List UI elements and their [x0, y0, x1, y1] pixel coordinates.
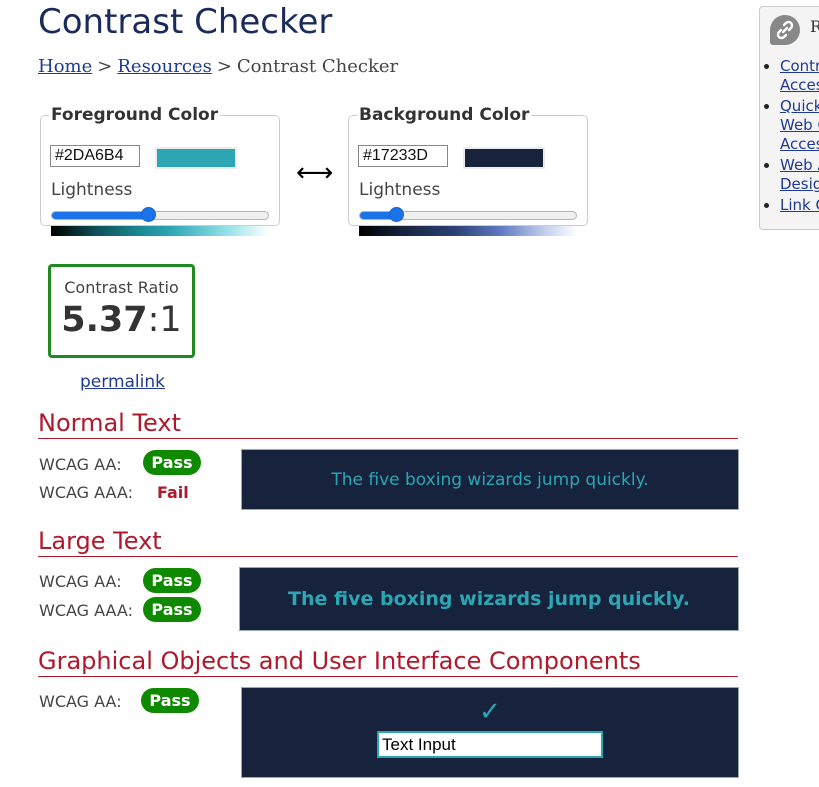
checkmark-icon: ✓ — [479, 697, 501, 727]
sidebar-link-list: ContrAccesQuickWeb CAccesWeb ADesigLink … — [760, 57, 819, 217]
foreground-legend: Foreground Color — [51, 105, 219, 125]
left-right-arrow-icon[interactable]: ⟷ — [296, 158, 333, 188]
normal-text-preview: The five boxing wizards jump quickly. — [241, 449, 739, 510]
sidebar-list-item: Web ADesig — [780, 156, 819, 194]
permalink-link[interactable]: permalink — [80, 372, 165, 392]
background-slider-thumb[interactable] — [388, 207, 404, 222]
breadcrumb-home-link[interactable]: Home — [38, 56, 92, 77]
background-lightness-label: Lightness — [359, 180, 441, 200]
large-aaa-label: WCAG AAA: — [39, 601, 133, 620]
foreground-lightness-slider[interactable] — [51, 207, 269, 222]
sidebar-link-text: Acces — [780, 76, 819, 94]
foreground-lightness-gradient — [51, 226, 269, 236]
related-resources-sidebar: R ContrAccesQuickWeb CAccesWeb ADesigLin… — [759, 6, 819, 230]
breadcrumb: Home > Resources > Contrast Checker — [38, 56, 398, 77]
background-lightness-slider[interactable] — [359, 207, 577, 222]
sidebar-list-item: Link C — [780, 196, 819, 215]
contrast-ratio-box: Contrast Ratio 5.37:1 — [48, 264, 195, 358]
page-title: Contrast Checker — [38, 2, 333, 42]
sample-text-input[interactable] — [377, 731, 603, 758]
contrast-ratio-value: 5.37:1 — [51, 300, 192, 340]
contrast-ratio-suffix: :1 — [147, 300, 182, 340]
large-text-preview: The five boxing wizards jump quickly. — [239, 567, 739, 631]
breadcrumb-separator: > — [216, 56, 232, 77]
normal-text-sample: The five boxing wizards jump quickly. — [331, 469, 649, 490]
sidebar-link[interactable]: ContrAcces — [780, 57, 819, 94]
large-aaa-pass-badge: Pass — [143, 597, 201, 622]
graphical-aa-label: WCAG AA: — [39, 692, 122, 711]
sidebar-link[interactable]: Web ADesig — [780, 156, 819, 193]
sidebar-link-text: Contr — [780, 57, 819, 75]
large-aa-pass-badge: Pass — [143, 568, 201, 593]
foreground-slider-thumb[interactable] — [141, 207, 157, 222]
sidebar-link[interactable]: QuickWeb CAcces — [780, 97, 819, 153]
background-color-swatch[interactable] — [463, 147, 545, 169]
sidebar-link-text: Link C — [780, 196, 819, 214]
normal-text-heading: Normal Text — [38, 409, 738, 439]
sidebar-link-text: Acces — [780, 135, 819, 153]
breadcrumb-current: Contrast Checker — [236, 56, 399, 77]
sidebar-link-text: Web C — [780, 116, 819, 134]
breadcrumb-separator: > — [97, 56, 113, 77]
contrast-ratio-number: 5.37 — [61, 300, 148, 340]
graphical-objects-heading: Graphical Objects and User Interface Com… — [38, 647, 738, 677]
normal-aa-label: WCAG AA: — [39, 455, 122, 474]
background-lightness-gradient — [359, 226, 577, 236]
normal-aaa-label: WCAG AAA: — [39, 483, 133, 502]
graphical-objects-preview: ✓ — [241, 687, 739, 778]
sidebar-header: R — [810, 17, 819, 36]
background-color-panel: Background Color Lightness — [348, 105, 588, 236]
foreground-hex-input[interactable] — [50, 145, 140, 167]
contrast-ratio-label: Contrast Ratio — [64, 278, 179, 297]
foreground-color-swatch[interactable] — [155, 147, 237, 169]
normal-aaa-fail-badge: Fail — [157, 483, 189, 502]
foreground-slider-fill — [52, 212, 150, 219]
foreground-lightness-label: Lightness — [51, 180, 133, 200]
background-legend: Background Color — [359, 105, 530, 125]
background-hex-input[interactable] — [358, 145, 448, 167]
foreground-color-panel: Foreground Color Lightness — [40, 105, 280, 236]
sidebar-list-item: ContrAcces — [780, 57, 819, 95]
sidebar-list-item: QuickWeb CAcces — [780, 97, 819, 154]
sidebar-link-text: Desig — [780, 175, 819, 193]
graphical-aa-pass-badge: Pass — [141, 688, 199, 713]
link-icon — [770, 15, 800, 45]
normal-aa-pass-badge: Pass — [143, 450, 201, 475]
sidebar-link[interactable]: Link C — [780, 196, 819, 214]
sidebar-link-text: Web A — [780, 156, 819, 174]
sidebar-link-text: Quick — [780, 97, 819, 115]
large-text-sample: The five boxing wizards jump quickly. — [288, 588, 690, 610]
large-text-heading: Large Text — [38, 527, 738, 557]
breadcrumb-resources-link[interactable]: Resources — [117, 56, 211, 77]
large-aa-label: WCAG AA: — [39, 572, 122, 591]
